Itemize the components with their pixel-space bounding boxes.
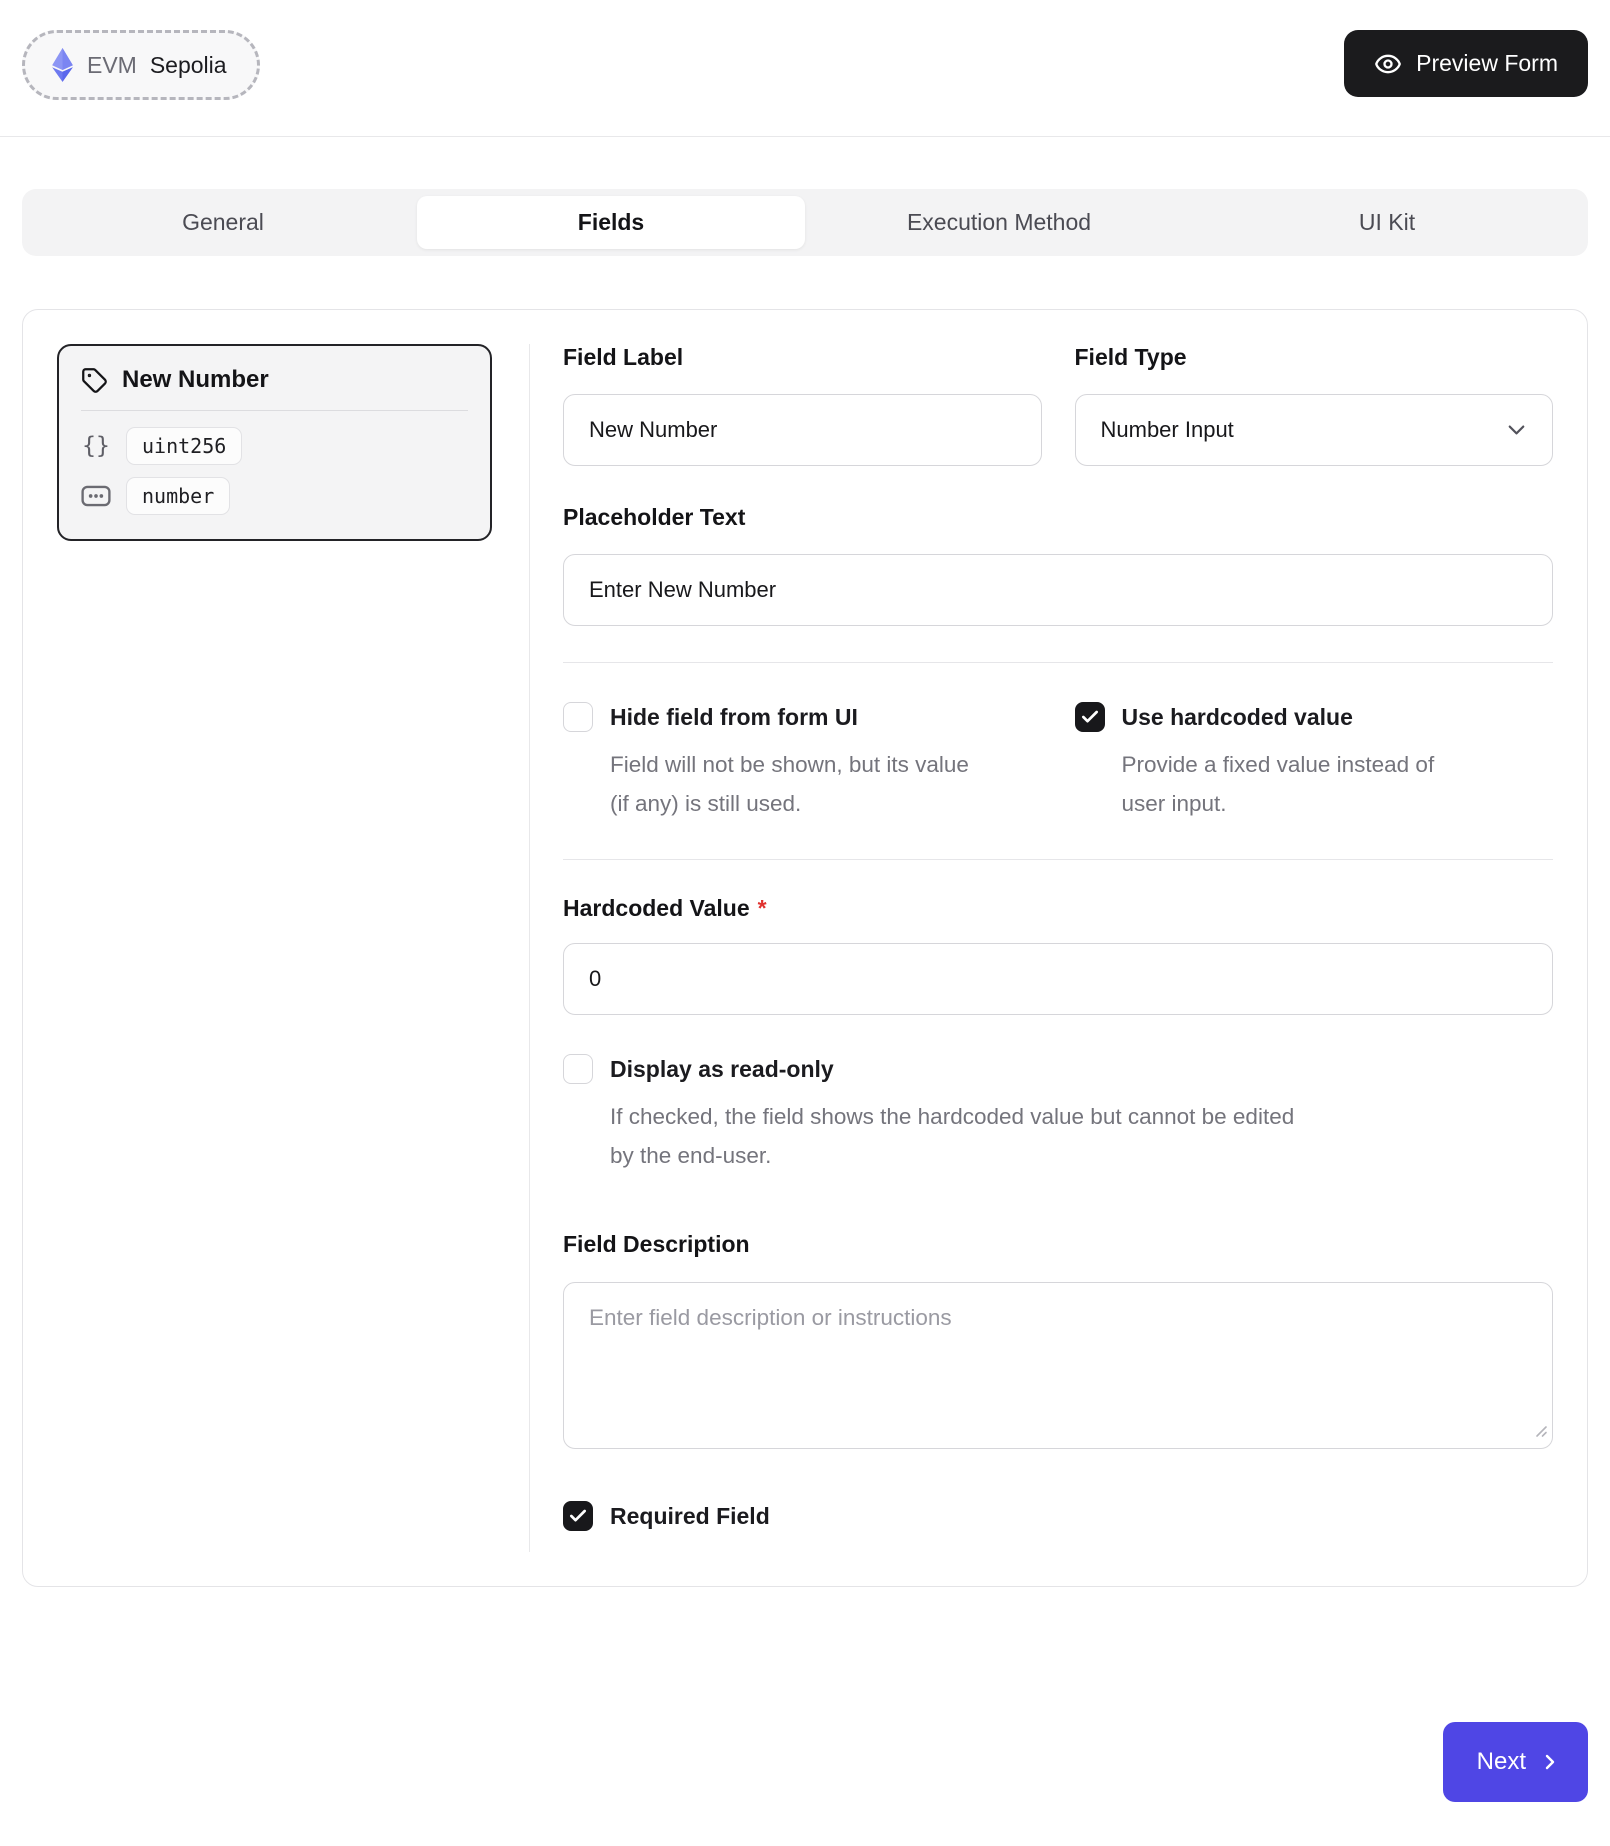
tag-icon	[81, 367, 108, 394]
section-divider	[563, 662, 1553, 663]
preview-form-button[interactable]: Preview Form	[1344, 30, 1588, 97]
solidity-type-badge: uint256	[126, 427, 242, 465]
display-readonly-label: Display as read-only	[610, 1056, 834, 1083]
tab-fields[interactable]: Fields	[417, 196, 805, 249]
display-readonly-checkbox[interactable]	[563, 1054, 593, 1084]
use-hardcoded-label: Use hardcoded value	[1122, 704, 1353, 731]
hide-field-help: Field will not be shown, but its value (…	[610, 745, 972, 823]
field-type-row: {} uint256	[81, 427, 468, 465]
field-card-title: New Number	[122, 366, 269, 394]
tab-ui-kit[interactable]: UI Kit	[1193, 196, 1581, 249]
chain-label: EVM	[87, 52, 137, 79]
required-field-label: Required Field	[610, 1503, 770, 1530]
field-list-panel: New Number {} uint256 number	[57, 344, 529, 1552]
tab-execution-method[interactable]: Execution Method	[805, 196, 1193, 249]
section-divider-2	[563, 859, 1553, 860]
use-hardcoded-checkbox-row[interactable]: Use hardcoded value	[1075, 702, 1554, 732]
field-description-label: Field Description	[563, 1231, 1553, 1258]
field-editor-card: New Number {} uint256 number	[22, 309, 1588, 1587]
tab-bar: GeneralFieldsExecution MethodUI Kit	[22, 189, 1588, 256]
use-hardcoded-checkbox[interactable]	[1075, 702, 1105, 732]
hardcoded-value-input[interactable]	[563, 943, 1553, 1015]
field-label-input[interactable]	[563, 394, 1042, 466]
field-label-label: Field Label	[563, 344, 1042, 371]
hide-field-checkbox-row[interactable]: Hide field from form UI	[563, 702, 1042, 732]
preview-form-label: Preview Form	[1416, 50, 1558, 77]
next-button[interactable]: Next	[1443, 1722, 1588, 1802]
field-type-label: Field Type	[1075, 344, 1554, 371]
input-kind-badge: number	[126, 477, 230, 515]
hardcoded-value-label: Hardcoded Value *	[563, 895, 1553, 922]
hardcoded-value-label-text: Hardcoded Value	[563, 895, 750, 921]
display-readonly-help: If checked, the field shows the hardcode…	[610, 1097, 1310, 1175]
use-hardcoded-help: Provide a fixed value instead of user in…	[1122, 745, 1462, 823]
display-readonly-checkbox-row[interactable]: Display as read-only	[563, 1054, 1553, 1084]
hide-field-checkbox[interactable]	[563, 702, 593, 732]
network-label: Sepolia	[150, 52, 227, 79]
input-field-icon	[81, 485, 111, 507]
placeholder-text-label: Placeholder Text	[563, 504, 1553, 531]
header: EVM Sepolia Preview Form	[0, 0, 1610, 137]
field-type-value: Number Input	[1101, 417, 1234, 443]
network-badge[interactable]: EVM Sepolia	[22, 30, 260, 100]
ethereum-icon	[51, 48, 74, 82]
chevron-down-icon	[1503, 417, 1530, 444]
braces-icon: {}	[81, 433, 111, 459]
field-card-new-number[interactable]: New Number {} uint256 number	[57, 344, 492, 541]
required-field-checkbox-row[interactable]: Required Field	[563, 1501, 1553, 1531]
field-settings-panel: Field Label Field Type Number Input Plac…	[529, 344, 1553, 1552]
field-card-divider	[81, 410, 468, 411]
field-kind-row: number	[81, 477, 468, 515]
field-type-select[interactable]: Number Input	[1075, 394, 1554, 466]
eye-icon	[1374, 50, 1402, 78]
required-field-checkbox[interactable]	[563, 1501, 593, 1531]
placeholder-text-input[interactable]	[563, 554, 1553, 626]
tab-general[interactable]: General	[29, 196, 417, 249]
hide-field-label: Hide field from form UI	[610, 704, 858, 731]
chevron-right-icon	[1538, 1750, 1562, 1774]
field-description-textarea[interactable]	[563, 1282, 1553, 1449]
next-button-label: Next	[1477, 1748, 1526, 1776]
required-asterisk: *	[758, 895, 767, 921]
